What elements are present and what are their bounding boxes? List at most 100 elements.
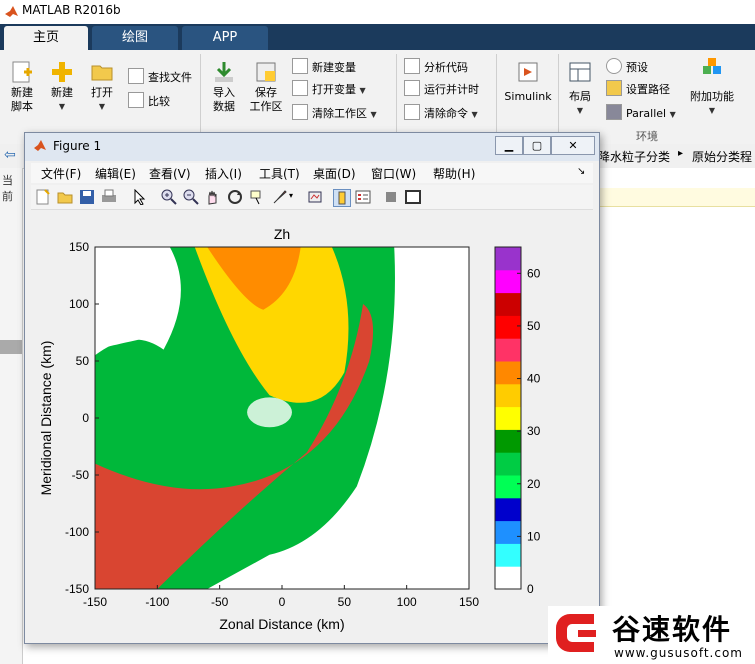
add-ons-icon <box>700 56 724 80</box>
colorbar-segment <box>495 406 521 430</box>
colorbar-tick-label: 50 <box>527 319 541 333</box>
save-icon[interactable] <box>79 189 95 205</box>
find-files-button[interactable]: 查找文件 <box>128 68 192 86</box>
figure-window: Figure 1 ▁ ▢ ✕ 文件(F) 编辑(E) 查看(V) 插入(I) 工… <box>24 132 600 644</box>
colorbar-segment <box>495 338 521 362</box>
colorbar-segment <box>495 361 521 385</box>
breadcrumb-item[interactable]: 原始分类程 <box>692 148 752 165</box>
import-data-button[interactable]: 导入 数据 <box>206 60 242 114</box>
link-plot-icon[interactable] <box>307 189 323 205</box>
x-tick-label: -100 <box>145 595 169 609</box>
compare-label: 比较 <box>148 95 170 108</box>
new-variable-button[interactable]: 新建变量 <box>292 58 356 76</box>
run-and-time-button[interactable]: 运行并计时 <box>404 80 479 98</box>
new-label: 新建 <box>51 86 73 99</box>
close-button[interactable]: ✕ <box>551 136 595 155</box>
selected-row[interactable] <box>0 340 22 354</box>
app-title-bar: MATLAB R2016b <box>0 0 755 25</box>
colorbar-tick-label: 30 <box>527 424 541 438</box>
new-button[interactable]: 新建 ▼ <box>44 60 80 114</box>
simulink-button[interactable]: Simulink <box>502 60 554 104</box>
analyze-code-button[interactable]: 分析代码 <box>404 58 468 76</box>
open-label: 打开 <box>91 86 113 99</box>
axes: -150 -100 -50 0 50 100 150 150 100 50 0 -50 -100 -150 <box>65 240 479 609</box>
y-tick-label: 100 <box>69 297 89 311</box>
maximize-button[interactable]: ▢ <box>523 136 551 155</box>
new-script-label: 新建 脚本 <box>11 86 33 113</box>
tab-home[interactable]: 主页 <box>4 26 88 50</box>
colorbar-tick-label: 40 <box>527 372 541 386</box>
set-path-button[interactable]: 设置路径 <box>606 80 670 98</box>
save-workspace-button[interactable]: 保存 工作区 <box>246 60 286 114</box>
simulink-icon <box>516 60 540 84</box>
clear-workspace-button[interactable]: 清除工作区 ▼ <box>292 104 377 122</box>
add-ons-button[interactable]: 附加功能 ▼ <box>686 56 738 118</box>
breadcrumb-item[interactable]: 降水粒子分类 <box>598 148 670 165</box>
menu-desktop[interactable]: 桌面(D) <box>313 165 356 182</box>
brush-icon[interactable] <box>271 189 287 205</box>
brand-url: www.gususoft.com <box>614 646 743 660</box>
open-variable-button[interactable]: 打开变量 ▼ <box>292 80 366 98</box>
clear-commands-button[interactable]: 清除命令 ▼ <box>404 104 478 122</box>
legend-toggle-icon[interactable] <box>355 189 371 205</box>
set-path-label: 设置路径 <box>626 83 670 96</box>
y-tick-label: -150 <box>65 582 89 596</box>
chevron-down-icon[interactable]: ▾ <box>289 191 293 200</box>
menu-help[interactable]: 帮助(H) <box>433 165 475 182</box>
y-tick-label: 0 <box>82 411 89 425</box>
layout-button[interactable]: 布局 ▼ <box>562 60 598 118</box>
new-script-icon <box>10 60 34 84</box>
pan-hand-icon[interactable] <box>205 189 221 205</box>
layout-label: 布局 <box>569 90 591 103</box>
menu-view[interactable]: 查看(V) <box>149 165 191 182</box>
data-cursor-icon[interactable] <box>249 189 265 205</box>
preferences-label: 预设 <box>626 61 648 74</box>
menu-file[interactable]: 文件(F) <box>41 165 81 182</box>
parallel-button[interactable]: Parallel ▼ <box>606 104 676 122</box>
chevron-down-icon: ▼ <box>576 106 584 115</box>
pointer-icon[interactable] <box>131 188 147 206</box>
import-label: 导入 数据 <box>213 86 235 113</box>
parallel-icon <box>606 104 622 120</box>
back-arrow-icon[interactable]: ⇦ <box>4 147 16 163</box>
menu-edit[interactable]: 编辑(E) <box>95 165 136 182</box>
dock-arrow-icon[interactable]: ↘ <box>577 166 585 177</box>
breadcrumb-separator: ▸ <box>678 148 684 159</box>
menu-insert[interactable]: 插入(I) <box>205 165 242 182</box>
zoom-out-icon[interactable] <box>183 189 199 205</box>
compare-button[interactable]: 比较 <box>128 92 170 110</box>
open-button[interactable]: 打开 ▼ <box>84 60 120 114</box>
new-figure-icon[interactable] <box>35 189 51 205</box>
colorbar-segment <box>495 383 521 408</box>
minimize-button[interactable]: ▁ <box>495 136 523 155</box>
x-tick-label: 150 <box>459 595 479 609</box>
colorbar-segment <box>495 475 521 499</box>
radar-chart[interactable]: Zh -150 -100 -50 0 50 100 150150100500-50-100-… <box>31 211 593 637</box>
x-tick-label: -150 <box>83 595 107 609</box>
environment-group-label: 环境 <box>636 130 658 143</box>
colorbar-toggle-icon[interactable] <box>333 189 351 207</box>
chevron-down-icon: ▼ <box>669 110 676 119</box>
open-file-icon[interactable] <box>57 189 73 205</box>
radar-site-clutter <box>247 397 292 428</box>
folder-icon <box>90 60 114 84</box>
zoom-in-icon[interactable] <box>161 189 177 205</box>
colorbar-segment <box>495 247 521 271</box>
open-variable-label: 打开变量 <box>312 83 356 96</box>
tab-plots[interactable]: 绘图 <box>92 26 178 50</box>
print-icon[interactable] <box>101 189 117 205</box>
analyze-code-icon <box>404 58 420 74</box>
preferences-button[interactable]: 预设 <box>606 58 648 76</box>
colorbar-segment <box>495 497 521 522</box>
plot-area: Zh -150 -100 -50 0 50 100 150 150 100 50 0 -50 -100-… <box>31 211 593 637</box>
menu-tools[interactable]: 工具(T) <box>259 165 300 182</box>
tab-apps[interactable]: APP <box>182 26 268 50</box>
brand-logo-icon <box>554 608 604 658</box>
chevron-down-icon: ▼ <box>58 102 66 111</box>
new-script-button[interactable]: 新建 脚本 <box>4 60 40 114</box>
command-window[interactable] <box>600 168 755 664</box>
rotate-3d-icon[interactable] <box>227 189 243 205</box>
show-plot-tools-icon[interactable] <box>405 189 421 205</box>
hide-plot-tools-icon[interactable] <box>383 189 399 205</box>
menu-window[interactable]: 窗口(W) <box>371 165 416 182</box>
